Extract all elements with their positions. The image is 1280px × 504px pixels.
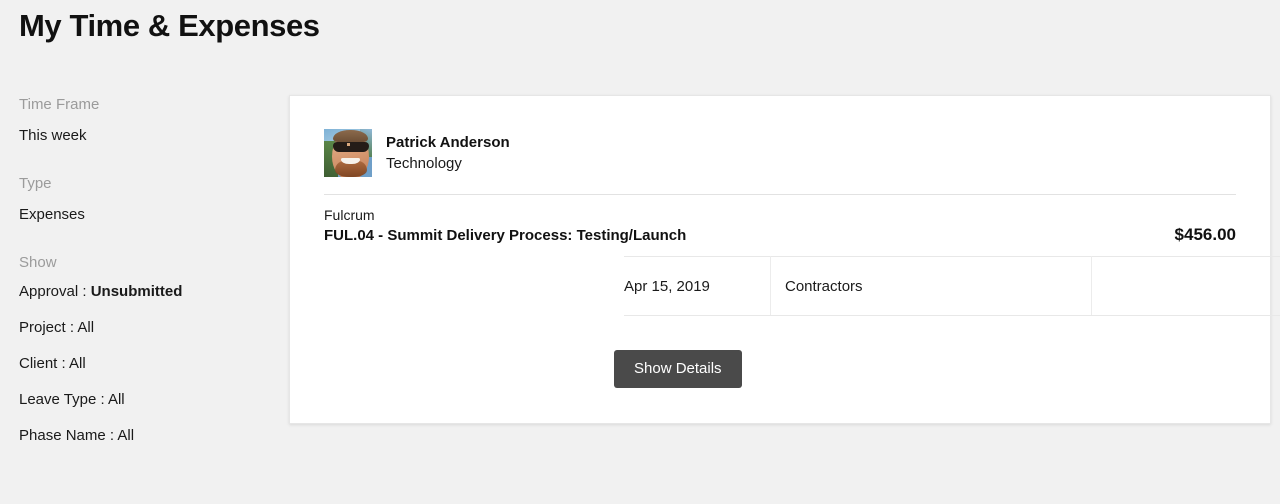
project-total-amount: $456.00 [1174, 225, 1236, 244]
filter-group-show: Show Approval : Unsubmitted Project : Al… [19, 252, 269, 447]
expense-entries-table: Apr 15, 2019 Contractors $456.00 [624, 256, 1280, 316]
project-client: Fulcrum [324, 207, 375, 223]
show-filter-list: Approval : Unsubmitted Project : All Cli… [19, 281, 269, 447]
type-label: Type [19, 175, 52, 192]
time-frame-label: Time Frame [19, 96, 100, 113]
avatar-glasses-bridge [346, 143, 350, 147]
sunglasses-icon [332, 142, 370, 152]
show-filter-client-label: Client : [19, 355, 66, 372]
card-actions: Show Details Submit [614, 350, 1280, 388]
filter-sidebar: Time Frame This week Type Expenses Show … [19, 94, 269, 447]
show-details-button[interactable]: Show Details [614, 350, 742, 388]
project-name: FUL.04 - Summit Delivery Process: Testin… [324, 227, 687, 244]
person-name: Patrick Anderson [386, 133, 510, 151]
card-header-divider [324, 194, 1236, 195]
show-filter-client[interactable]: Client : All [19, 353, 269, 375]
expense-card: Patrick Anderson Technology Fulcrum FUL.… [289, 95, 1280, 424]
show-filter-project-label: Project : [19, 319, 75, 336]
project-row: Fulcrum FUL.04 - Summit Delivery Process… [324, 206, 1236, 246]
entry-note [1091, 256, 1280, 316]
show-filter-leave-type[interactable]: Leave Type : All [19, 389, 269, 411]
person-text: Patrick Anderson Technology [386, 133, 510, 174]
show-filter-client-value: All [69, 355, 86, 372]
show-filter-approval-value: Unsubmitted [90, 283, 183, 300]
show-filter-phase-name-label: Phase Name : [19, 427, 115, 444]
avatar [324, 129, 372, 177]
show-filter-approval-label: Approval : [19, 283, 87, 300]
filter-group-time-frame: Time Frame This week [19, 94, 269, 147]
show-filter-project[interactable]: Project : All [19, 317, 269, 339]
page-title: My Time & Expenses [19, 8, 320, 43]
avatar-smile [340, 157, 360, 164]
avatar-hair [332, 129, 369, 143]
show-filter-phase-name-value: All [117, 427, 135, 444]
show-label: Show [19, 254, 57, 271]
person-header: Patrick Anderson Technology [324, 129, 510, 177]
entry-date: Apr 15, 2019 [624, 256, 771, 316]
show-filter-approval[interactable]: Approval : Unsubmitted [19, 281, 269, 303]
show-filter-project-value: All [77, 319, 95, 336]
type-value[interactable]: Expenses [19, 204, 269, 226]
filter-group-type: Type Expenses [19, 173, 269, 226]
show-filter-leave-type-label: Leave Type : [19, 391, 105, 408]
person-department: Technology [386, 154, 462, 172]
show-filter-leave-type-value: All [107, 391, 125, 408]
entry-category: Contractors [770, 256, 1092, 316]
table-row[interactable]: Apr 15, 2019 Contractors $456.00 [624, 256, 1280, 316]
project-info: Fulcrum FUL.04 - Summit Delivery Process… [324, 206, 686, 246]
time-frame-value[interactable]: This week [19, 125, 269, 147]
show-filter-phase-name[interactable]: Phase Name : All [19, 425, 269, 447]
